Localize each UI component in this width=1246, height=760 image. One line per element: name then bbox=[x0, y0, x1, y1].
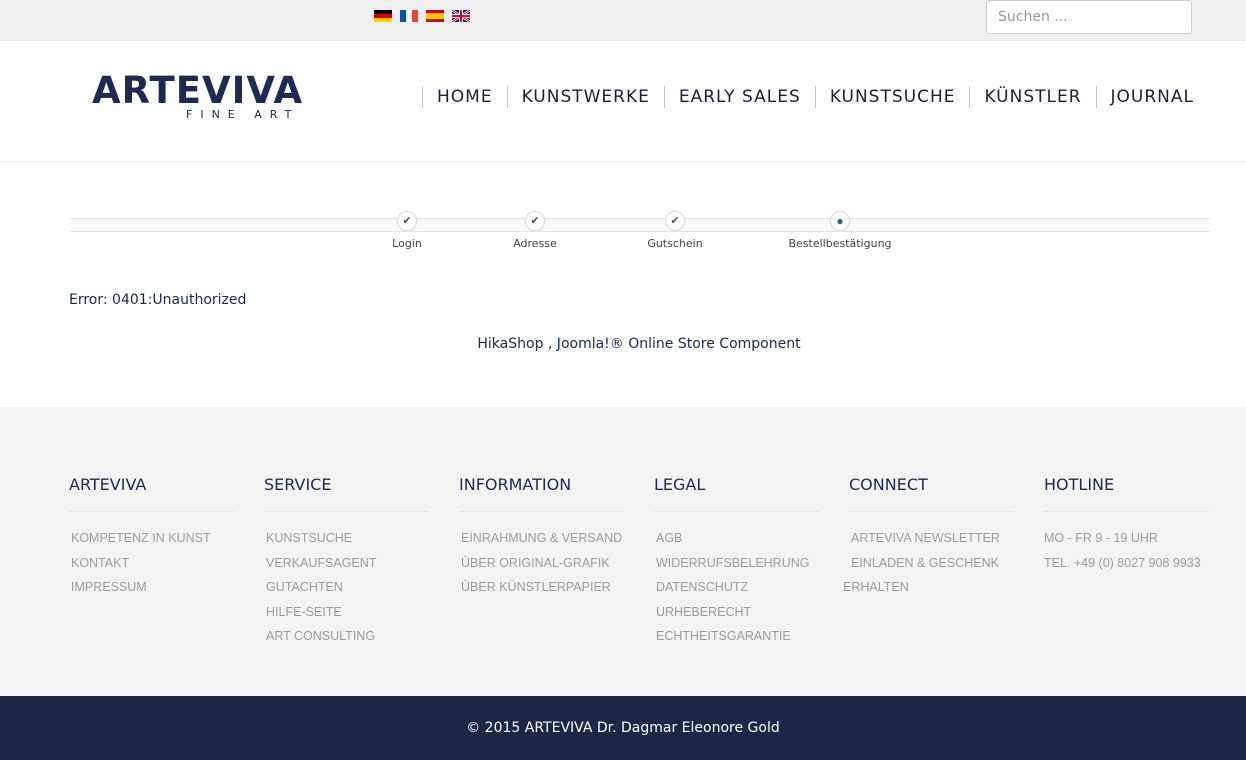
hotline-hours: MO - FR 9 - 19 UHR bbox=[1044, 531, 1158, 545]
site-footer: ARTEVIVA KOMPETENZ IN KUNST KONTAKT IMPR… bbox=[0, 407, 1246, 696]
footer-heading: LEGAL bbox=[654, 475, 819, 512]
step-bestellbestaetigung: ● Bestellbestätigung bbox=[780, 210, 900, 250]
footer-link[interactable]: HILFE-SEITE bbox=[264, 600, 429, 625]
footer-col-information: INFORMATION EINRAHMUNG & VERSAND ÜBER OR… bbox=[459, 475, 624, 600]
footer-link[interactable]: WIDERRUFSBELEHRUNG bbox=[654, 551, 819, 576]
flag-de-icon[interactable] bbox=[374, 10, 392, 22]
current-step-icon: ● bbox=[830, 211, 850, 231]
step-label: Gutschein bbox=[647, 237, 703, 250]
check-icon: ✔ bbox=[665, 211, 685, 231]
footer-heading: HOTLINE bbox=[1044, 475, 1209, 512]
search-input[interactable]: Suchen ... bbox=[986, 0, 1192, 34]
footer-col-hotline: HOTLINE MO - FR 9 - 19 UHR TEL. +49 (0) … bbox=[1044, 475, 1209, 575]
step-login: ✔ Login bbox=[347, 210, 467, 250]
footer-link[interactable]: DATENSCHUTZ bbox=[654, 575, 819, 600]
flag-fr-icon[interactable] bbox=[400, 10, 418, 22]
footer-heading: SERVICE bbox=[264, 475, 429, 512]
checkout-steps: ✔ Login ✔ Adresse ✔ Gutschein ● Bestellb… bbox=[70, 210, 1210, 254]
site-header: ARTEVIVA FINE ART HOME KUNSTWERKE EARLY … bbox=[0, 41, 1246, 162]
nav-kunstsuche[interactable]: KUNSTSUCHE bbox=[814, 86, 970, 108]
footer-link[interactable]: ÜBER ORIGINAL-GRAFIK bbox=[459, 551, 624, 576]
step-label: Bestellbestätigung bbox=[788, 237, 892, 250]
copyright-text: © 2015 ARTEVIVA Dr. Dagmar Eleonore Gold bbox=[466, 720, 780, 736]
main-nav: HOME KUNSTWERKE EARLY SALES KUNSTSUCHE K… bbox=[422, 86, 1194, 108]
site-logo[interactable]: ARTEVIVA FINE ART bbox=[92, 69, 304, 122]
flag-gb-icon[interactable] bbox=[452, 10, 470, 22]
check-icon: ✔ bbox=[397, 211, 417, 231]
copyright-bar: © 2015 ARTEVIVA Dr. Dagmar Eleonore Gold bbox=[0, 696, 1246, 760]
step-gutschein: ✔ Gutschein bbox=[615, 210, 735, 250]
footer-col-service: SERVICE KUNSTSUCHE VERKAUFSAGENT GUTACHT… bbox=[264, 475, 429, 649]
footer-col-arteviva: ARTEVIVA KOMPETENZ IN KUNST KONTAKT IMPR… bbox=[69, 475, 234, 600]
footer-link[interactable]: EINRAHMUNG & VERSAND bbox=[459, 526, 624, 551]
logo-wordmark: ARTEVIVA bbox=[92, 69, 304, 112]
nav-journal[interactable]: JOURNAL bbox=[1095, 86, 1194, 108]
hotline-phone[interactable]: TEL. +49 (0) 8027 908 9933 bbox=[1044, 551, 1209, 576]
nav-early-sales[interactable]: EARLY SALES bbox=[663, 86, 815, 108]
logo-tagline: FINE ART bbox=[186, 108, 300, 121]
check-icon: ✔ bbox=[525, 211, 545, 231]
flag-es-icon[interactable] bbox=[426, 10, 444, 22]
footer-link[interactable]: KOMPETENZ IN KUNST bbox=[69, 526, 234, 551]
language-switcher bbox=[374, 10, 470, 22]
step-adresse: ✔ Adresse bbox=[475, 210, 595, 250]
footer-heading: CONNECT bbox=[849, 475, 1014, 512]
footer-heading: INFORMATION bbox=[459, 475, 624, 512]
footer-link[interactable]: AGB bbox=[654, 526, 819, 551]
footer-link[interactable]: GUTACHTEN bbox=[264, 575, 429, 600]
footer-link[interactable]: URHEBERECHT bbox=[654, 600, 819, 625]
nav-kunstwerke[interactable]: KUNSTWERKE bbox=[506, 86, 664, 108]
footer-link[interactable]: KONTAKT bbox=[69, 551, 234, 576]
powered-by-link[interactable]: HikaShop , Joomla!® Online Store Compone… bbox=[0, 336, 1246, 352]
footer-col-connect: CONNECT ARTEVIVA NEWSLETTER EINLADEN & G… bbox=[843, 475, 1014, 600]
footer-link[interactable]: ARTEVIVA NEWSLETTER bbox=[849, 526, 1014, 551]
footer-link[interactable]: ART CONSULTING bbox=[264, 624, 429, 649]
footer-link[interactable]: VERKAUFSAGENT bbox=[264, 551, 429, 576]
nav-home[interactable]: HOME bbox=[422, 86, 507, 108]
step-label: Adresse bbox=[513, 237, 557, 250]
footer-link[interactable]: IMPRESSUM bbox=[69, 575, 234, 600]
step-label: Login bbox=[392, 237, 422, 250]
footer-link[interactable]: ÜBER KÜNSTLERPAPIER bbox=[459, 575, 624, 600]
nav-kuenstler[interactable]: KÜNSTLER bbox=[969, 86, 1095, 108]
error-message: Error: 0401:Unauthorized bbox=[69, 292, 247, 308]
footer-link[interactable]: ECHTHEITSGARANTIE bbox=[654, 624, 819, 649]
footer-col-legal: LEGAL AGB WIDERRUFSBELEHRUNG DATENSCHUTZ… bbox=[654, 475, 819, 649]
footer-heading: ARTEVIVA bbox=[69, 475, 234, 512]
top-bar: Suchen ... bbox=[0, 0, 1246, 41]
footer-link[interactable]: EINLADEN & GESCHENK bbox=[849, 551, 1014, 576]
footer-link[interactable]: KUNSTSUCHE bbox=[264, 526, 429, 551]
footer-link[interactable]: ERHALTEN bbox=[843, 575, 1014, 600]
